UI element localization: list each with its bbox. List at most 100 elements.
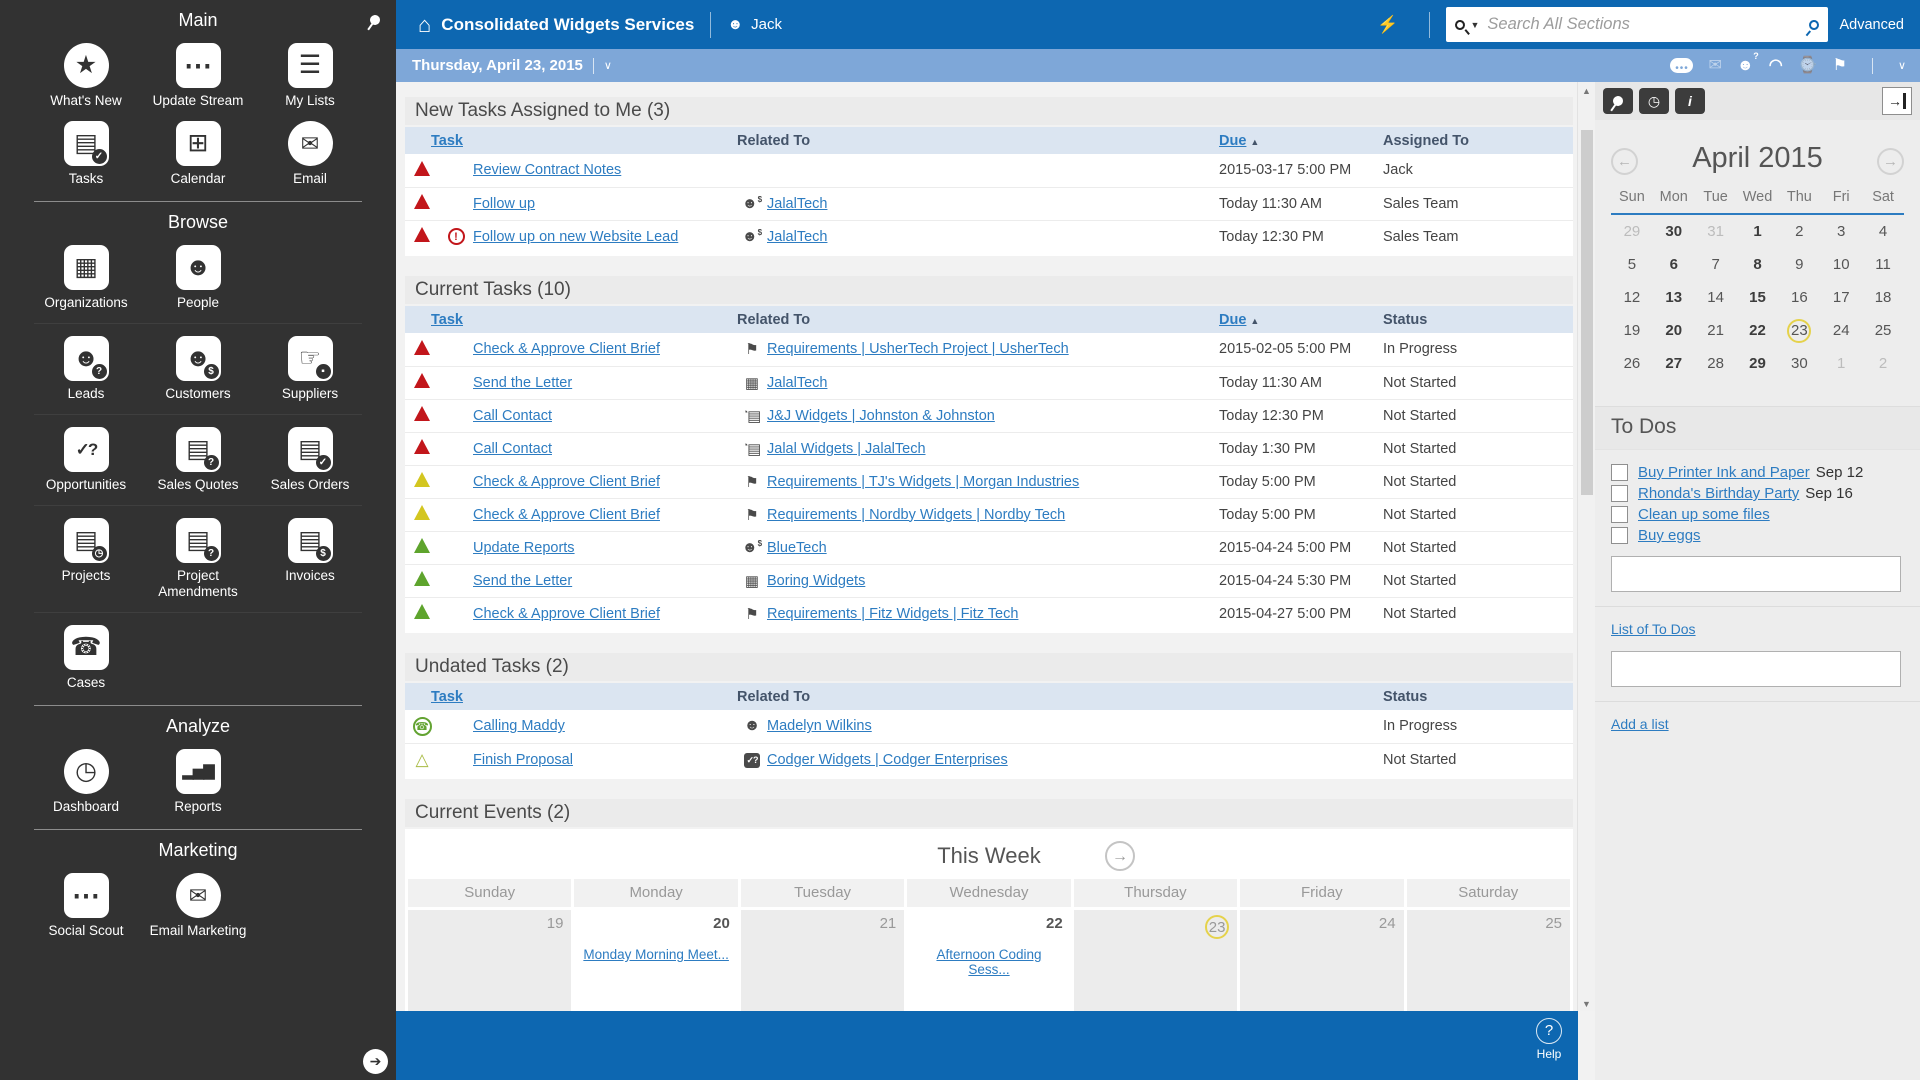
- calendar-day[interactable]: 7: [1695, 248, 1737, 281]
- task-link[interactable]: Check & Approve Client Brief: [473, 606, 660, 622]
- scroll-up-icon[interactable]: ▲: [1578, 82, 1595, 96]
- sidebar-item-customers[interactable]: Customers: [142, 336, 254, 402]
- event-link[interactable]: Monday Morning Meet...: [582, 947, 729, 962]
- pin-icon[interactable]: [1603, 88, 1633, 114]
- person-help-icon[interactable]: ☻: [1737, 58, 1754, 74]
- task-link[interactable]: Follow up on new Website Lead: [473, 229, 678, 245]
- scrollbar[interactable]: ▲ ▼: [1577, 82, 1595, 1011]
- day-cell[interactable]: 22 Afternoon Coding Sess...: [907, 910, 1070, 1011]
- task-link[interactable]: Finish Proposal: [473, 752, 573, 768]
- calendar-day[interactable]: 2: [1778, 215, 1820, 248]
- task-link[interactable]: Send the Letter: [473, 573, 572, 589]
- calendar-day[interactable]: 28: [1695, 347, 1737, 380]
- todo-link[interactable]: Clean up some files: [1638, 506, 1770, 523]
- calendar-day[interactable]: 1: [1820, 347, 1862, 380]
- sidebar-item-sales-orders[interactable]: Sales Orders: [254, 427, 366, 493]
- sidebar-item-email-marketing[interactable]: Email Marketing: [142, 873, 254, 939]
- sidebar-item-projects[interactable]: Projects: [30, 518, 142, 600]
- flag-icon[interactable]: ⚑: [1833, 58, 1847, 74]
- sidebar-item-leads[interactable]: Leads: [30, 336, 142, 402]
- sidebar-item-email[interactable]: Email: [254, 121, 366, 187]
- calendar-day[interactable]: 12: [1611, 281, 1653, 314]
- todo-link[interactable]: Rhonda's Birthday Party: [1638, 485, 1799, 502]
- calendar-day[interactable]: 25: [1862, 314, 1904, 347]
- scrollbar-thumb[interactable]: [1581, 130, 1593, 495]
- sidebar-item-people[interactable]: People: [142, 245, 254, 311]
- event-link[interactable]: Afternoon Coding Sess...: [915, 947, 1062, 977]
- todo-checkbox[interactable]: [1611, 485, 1628, 502]
- day-cell[interactable]: 25: [1407, 910, 1570, 1011]
- headset-icon[interactable]: ◠: [1769, 58, 1783, 74]
- collapse-sidebar-button[interactable]: ➔: [363, 1049, 388, 1074]
- prev-month-button[interactable]: ←: [1611, 148, 1638, 175]
- chevron-down-icon[interactable]: ▼: [1471, 20, 1480, 30]
- sidebar-item-tasks[interactable]: Tasks: [30, 121, 142, 187]
- related-link[interactable]: Requirements | Nordby Widgets | Nordby T…: [767, 507, 1065, 523]
- calendar-day[interactable]: 10: [1820, 248, 1862, 281]
- sort-by-task[interactable]: Task: [431, 312, 463, 328]
- calendar-day[interactable]: 27: [1653, 347, 1695, 380]
- day-cell[interactable]: 20 Monday Morning Meet...: [574, 910, 737, 1011]
- calendar-day[interactable]: 29: [1611, 215, 1653, 248]
- related-link[interactable]: Boring Widgets: [767, 573, 865, 589]
- task-link[interactable]: Call Contact: [473, 408, 552, 424]
- day-cell[interactable]: 24: [1240, 910, 1403, 1011]
- related-link[interactable]: JalalTech: [767, 229, 827, 245]
- related-link[interactable]: Requirements | Fitz Widgets | Fitz Tech: [767, 606, 1018, 622]
- chevron-down-icon[interactable]: ∨: [1898, 59, 1906, 72]
- column-header-status[interactable]: Status: [1383, 306, 1531, 333]
- calendar-day[interactable]: 21: [1695, 314, 1737, 347]
- related-link[interactable]: Requirements | UsherTech Project | Usher…: [767, 341, 1069, 357]
- calendar-day[interactable]: 16: [1778, 281, 1820, 314]
- alarm-icon[interactable]: ⌚: [1798, 58, 1818, 74]
- column-header-related[interactable]: Related To: [737, 683, 1219, 710]
- collapse-panel-icon[interactable]: →: [1882, 87, 1912, 115]
- next-week-button[interactable]: →: [1105, 841, 1135, 871]
- calendar-day[interactable]: 18: [1862, 281, 1904, 314]
- search-input[interactable]: [1487, 15, 1808, 34]
- mail-icon[interactable]: ✉: [1708, 58, 1721, 74]
- sidebar-item-reports[interactable]: Reports: [142, 749, 254, 815]
- list-of-todos-link[interactable]: List of To Dos: [1611, 621, 1696, 637]
- sort-by-task[interactable]: Task: [431, 133, 463, 149]
- sidebar-item-calendar[interactable]: Calendar: [142, 121, 254, 187]
- calendar-day[interactable]: 4: [1862, 215, 1904, 248]
- day-cell[interactable]: 23: [1074, 910, 1237, 1011]
- calendar-day[interactable]: 22: [1737, 314, 1779, 347]
- calendar-day[interactable]: 15: [1737, 281, 1779, 314]
- calendar-day[interactable]: 6: [1653, 248, 1695, 281]
- related-link[interactable]: J&J Widgets | Johnston & Johnston: [767, 408, 995, 424]
- help-button[interactable]: ? Help: [1536, 1018, 1562, 1061]
- calendar-day[interactable]: 17: [1820, 281, 1862, 314]
- calendar-day[interactable]: 9: [1778, 248, 1820, 281]
- todo-checkbox[interactable]: [1611, 506, 1628, 523]
- sidebar-item-invoices[interactable]: Invoices: [254, 518, 366, 600]
- sort-by-due[interactable]: Due: [1219, 312, 1246, 328]
- task-link[interactable]: Call Contact: [473, 441, 552, 457]
- info-icon[interactable]: i: [1675, 88, 1705, 114]
- search-scope-icon[interactable]: [1452, 17, 1466, 31]
- sort-by-task[interactable]: Task: [431, 689, 463, 705]
- calendar-day[interactable]: 20: [1653, 314, 1695, 347]
- task-link[interactable]: Update Reports: [473, 540, 575, 556]
- related-link[interactable]: Jalal Widgets | JalalTech: [767, 441, 926, 457]
- task-link[interactable]: Check & Approve Client Brief: [473, 341, 660, 357]
- todo-list-input[interactable]: [1611, 651, 1901, 687]
- calendar-day[interactable]: 5: [1611, 248, 1653, 281]
- sidebar-item-social-scout[interactable]: Social Scout: [30, 873, 142, 939]
- column-header-related[interactable]: Related To: [737, 127, 1219, 154]
- add-list-link[interactable]: Add a list: [1611, 716, 1669, 732]
- sidebar-item-sales-quotes[interactable]: Sales Quotes: [142, 427, 254, 493]
- related-link[interactable]: BlueTech: [767, 540, 827, 556]
- calendar-day[interactable]: 8: [1737, 248, 1779, 281]
- calendar-day[interactable]: 19: [1611, 314, 1653, 347]
- calendar-day[interactable]: 30: [1778, 347, 1820, 380]
- lightning-icon[interactable]: ⚡: [1377, 15, 1398, 35]
- task-link[interactable]: Check & Approve Client Brief: [473, 474, 660, 490]
- task-link[interactable]: Check & Approve Client Brief: [473, 507, 660, 523]
- related-link[interactable]: Codger Widgets | Codger Enterprises: [767, 752, 1008, 768]
- calendar-day[interactable]: 31: [1695, 215, 1737, 248]
- scroll-down-icon[interactable]: ▼: [1578, 995, 1595, 1009]
- sidebar-item-organizations[interactable]: Organizations: [30, 245, 142, 311]
- todo-link[interactable]: Buy Printer Ink and Paper: [1638, 464, 1810, 481]
